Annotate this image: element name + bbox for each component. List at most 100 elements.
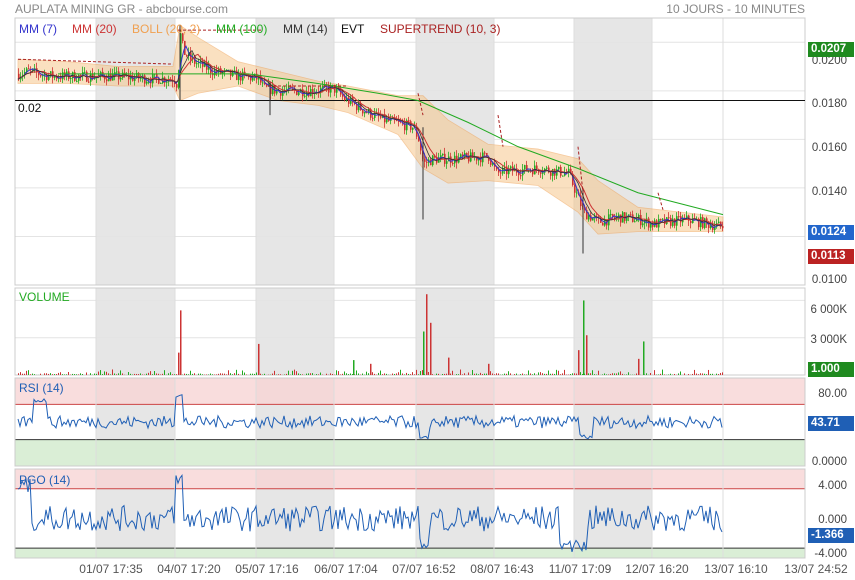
volume-bar — [272, 373, 273, 375]
candle-body — [364, 112, 366, 114]
volume-bar — [250, 373, 251, 375]
volume-bar — [610, 373, 611, 375]
volume-bar — [192, 373, 193, 375]
price-tick-0180: 0.0180 — [811, 98, 847, 110]
volume-bar — [710, 373, 711, 375]
candle-body — [140, 77, 142, 79]
candle-body — [84, 71, 86, 73]
volume-bar — [506, 373, 507, 375]
volume-bar — [684, 373, 685, 375]
candle-body — [484, 152, 486, 154]
volume-bar — [510, 373, 511, 375]
candle-body — [536, 165, 538, 170]
volume-bar — [160, 374, 161, 375]
volume-bar — [236, 369, 237, 375]
volume-bar — [722, 372, 723, 375]
volume-bar — [120, 370, 121, 375]
volume-bar — [260, 373, 261, 375]
pgo-tick-0: 0.000 — [818, 514, 847, 526]
volume-bar — [702, 373, 703, 375]
volume-bar — [158, 373, 159, 375]
volume-bar — [176, 374, 177, 375]
day-band — [256, 288, 334, 375]
volume-bar — [554, 373, 555, 375]
volume-bar — [28, 370, 29, 375]
volume-bar — [456, 374, 457, 375]
volume-tick-6000k: 6 000K — [810, 304, 847, 316]
volume-bar — [254, 373, 255, 375]
volume-bar — [664, 374, 665, 375]
volume-bar — [498, 373, 499, 375]
candle-body — [678, 216, 680, 218]
volume-bar — [152, 374, 153, 375]
volume-spike — [178, 352, 180, 375]
volume-bar — [696, 373, 697, 375]
volume-bar — [32, 373, 33, 375]
volume-bar — [48, 373, 49, 375]
volume-bar — [468, 372, 469, 375]
candle-body — [442, 153, 444, 156]
candle-body — [550, 172, 552, 176]
candle-body — [262, 82, 264, 84]
day-band — [96, 288, 175, 375]
candle-body — [304, 95, 306, 97]
candle-body — [718, 221, 720, 224]
volume-bar — [416, 369, 417, 375]
volume-bar — [612, 373, 613, 375]
volume-spike — [423, 331, 425, 375]
volume-bar — [174, 374, 175, 375]
volume-bar — [558, 370, 559, 375]
volume-bar — [432, 374, 433, 375]
volume-bar — [458, 374, 459, 375]
x-tick-1: 04/07 17:20 — [157, 562, 221, 576]
x-tick-9: 13/07 24:52 — [784, 562, 848, 576]
volume-bar — [68, 371, 69, 375]
volume-bar — [492, 373, 493, 375]
volume-bar — [60, 372, 61, 375]
volume-bar — [476, 373, 477, 375]
volume-bar — [398, 372, 399, 375]
volume-bar — [490, 371, 491, 375]
volume-bar — [342, 373, 343, 375]
candle-body — [660, 218, 662, 220]
candle-body — [348, 97, 350, 104]
volume-bar — [106, 371, 107, 375]
volume-bar — [428, 371, 429, 375]
volume-bar — [402, 373, 403, 375]
volume-bar — [546, 373, 547, 375]
volume-bar — [50, 373, 51, 375]
x-tick-7: 12/07 16:20 — [625, 562, 689, 576]
volume-bar — [110, 374, 111, 375]
volume-bar — [58, 372, 59, 375]
price-tick-0100: 0.0100 — [811, 274, 847, 286]
volume-bar — [406, 372, 407, 375]
rsi-badge: 43.71 — [808, 416, 854, 431]
volume-tick-3000k: 3 000K — [810, 334, 847, 346]
candle-body — [490, 160, 492, 165]
volume-bar — [544, 373, 545, 375]
volume-bar — [400, 369, 401, 375]
x-tick-0: 01/07 17:35 — [79, 562, 143, 576]
volume-bar — [712, 373, 713, 375]
volume-bar — [550, 373, 551, 375]
volume-bar — [210, 373, 211, 375]
volume-bar — [404, 374, 405, 375]
volume-bar — [74, 374, 75, 375]
volume-bar — [598, 370, 599, 375]
pgo-title: PGO (14) — [19, 473, 71, 487]
volume-bar — [408, 373, 409, 375]
candle-body — [574, 184, 576, 193]
volume-spike — [353, 360, 355, 375]
volume-bar — [368, 373, 369, 375]
volume-bar — [396, 373, 397, 375]
volume-bar — [620, 371, 621, 375]
volume-bar — [462, 374, 463, 375]
volume-bar — [344, 371, 345, 375]
volume-bar — [316, 374, 317, 375]
candle-body — [610, 214, 612, 216]
hline-label: 0.02 — [18, 101, 42, 115]
volume-bar — [218, 373, 219, 375]
volume-bar — [520, 374, 521, 375]
volume-bar — [706, 374, 707, 375]
pgo-tick-4: 4.000 — [818, 480, 847, 492]
